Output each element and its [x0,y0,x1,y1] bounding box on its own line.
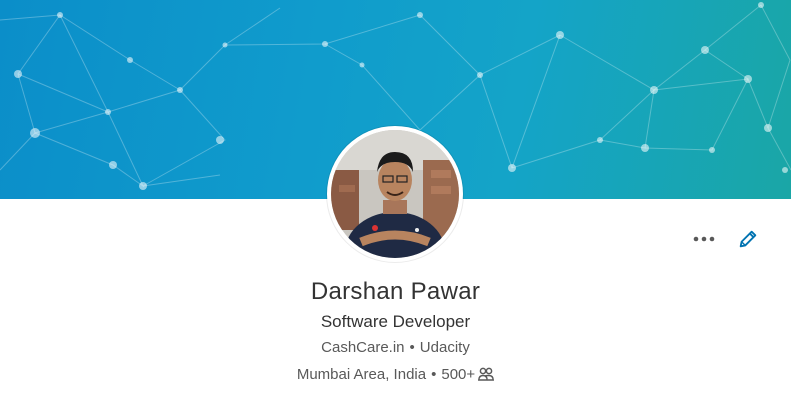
separator-dot: • [409,339,415,356]
more-horizontal-icon [693,236,715,242]
profile-headline: Software Developer [320,312,471,331]
more-actions-button[interactable] [691,226,717,252]
company-current[interactable]: CashCare.in [321,339,404,356]
profile-companies: CashCare.in • Udacity [0,339,791,356]
people-icon [478,367,495,385]
edit-profile-button[interactable] [735,226,761,252]
profile-card: Darshan Pawar Software Developer CashCar… [0,0,791,413]
profile-actions [691,226,761,252]
profile-name: Darshan Pawar [310,278,481,305]
education-school[interactable]: Udacity [420,339,470,356]
profile-photo-image [331,130,459,258]
separator-dot: • [431,366,437,383]
profile-location: Mumbai Area, India [296,366,427,383]
pencil-icon [739,230,757,248]
avatar-frame[interactable] [327,126,463,262]
connections-count[interactable]: 500+ [441,366,475,383]
profile-location-line: Mumbai Area, India • 500+ [0,366,791,385]
profile-photo[interactable] [331,130,459,258]
